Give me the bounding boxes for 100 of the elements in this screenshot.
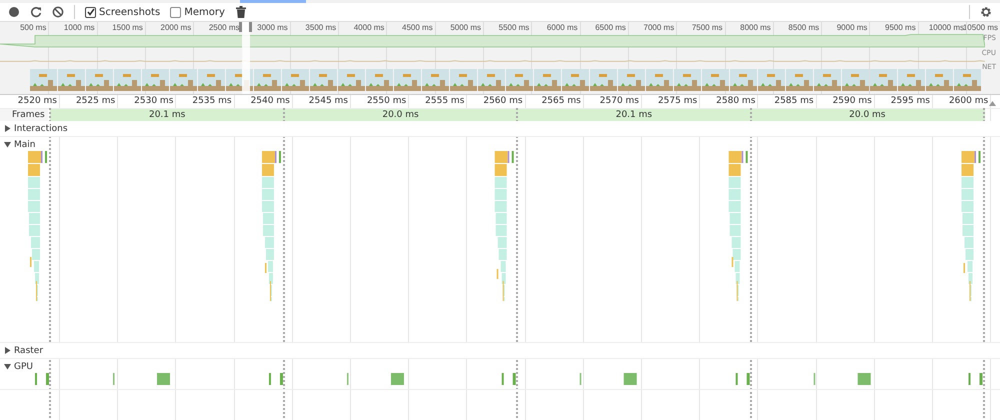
track-toggle[interactable]: Raster: [4, 346, 44, 356]
checkbox[interactable]: Screenshots: [83, 6, 162, 18]
screenshot-thumbnail: [282, 69, 309, 91]
screenshot-thumbnail: [366, 69, 393, 91]
time-tick-label: 2570 ms: [598, 96, 639, 106]
time-tick-label: 2525 ms: [74, 96, 116, 106]
screenshot-thumbnail: [954, 69, 981, 91]
time-tick-label: 500 ms: [20, 23, 46, 32]
time-tick-label: 7500 ms: [692, 23, 722, 32]
screenshot-thumbnail: [30, 69, 57, 91]
screenshot-thumbnail: [478, 69, 505, 91]
gpu-task-bar: [502, 373, 504, 385]
time-tick-label: 2595 ms: [890, 96, 930, 106]
time-tick-label: 2555 ms: [424, 96, 464, 106]
gpu-task-bar: [858, 373, 871, 385]
time-tick-label: 9500 ms: [885, 23, 916, 32]
time-tick-label: 4500 ms: [402, 23, 433, 32]
screenshot-thumbnail: [86, 69, 113, 91]
screenshot-thumbnail: [786, 69, 813, 91]
gpu-task-bar: [980, 373, 983, 385]
screenshot-thumbnail: [58, 69, 85, 91]
time-tick-label: 6000 ms: [546, 23, 578, 32]
screenshot-thumbnail: [254, 69, 281, 91]
reload-button[interactable]: [28, 4, 44, 20]
screenshot-thumbnail: [338, 69, 365, 91]
checkbox[interactable]: Memory: [168, 6, 227, 18]
time-tick-label: 5500 ms: [498, 23, 530, 32]
screenshot-thumbnail: [814, 69, 841, 91]
screenshot-thumbnail: [170, 69, 197, 91]
screenshot-thumbnail: [730, 69, 757, 91]
track-toggle[interactable]: Main: [4, 140, 36, 150]
time-tick-label: 8500 ms: [788, 23, 820, 32]
track-label: Frames: [0, 109, 48, 121]
gpu-task-bar: [46, 373, 49, 385]
screenshot-thumbnail: [590, 69, 617, 91]
screenshot-thumbnail: [618, 69, 645, 91]
time-tick-label: 2545 ms: [308, 96, 348, 106]
track-toggle[interactable]: GPU: [4, 362, 33, 372]
time-tick-label: 2535 ms: [191, 96, 232, 106]
gpu-task-bar: [736, 373, 738, 385]
screenshot-thumbnail: [702, 69, 729, 91]
record-button[interactable]: [6, 4, 22, 20]
screenshot-thumbnail: [310, 69, 337, 91]
screenshot-thumbnail: [394, 69, 421, 91]
frame-duration: 20.1 ms: [616, 109, 652, 121]
time-tick-label: 7000 ms: [644, 23, 674, 32]
time-tick-label: 2575 ms: [656, 96, 698, 106]
gpu-task-bar: [268, 373, 271, 385]
time-tick-label: 2520 ms: [16, 96, 57, 106]
time-tick-label: 5000 ms: [450, 23, 481, 32]
time-tick-label: 2580 ms: [715, 96, 756, 106]
clear-button[interactable]: [50, 4, 66, 20]
gpu-task-bar: [512, 373, 516, 385]
time-tick-label: 2500 ms: [208, 23, 240, 32]
time-tick-label: 2000 ms: [160, 23, 192, 32]
screenshot-thumbnail: [422, 69, 449, 91]
time-tick-label: 4000 ms: [354, 23, 384, 32]
time-tick-label: 2585 ms: [773, 96, 814, 106]
time-tick-label: 1000 ms: [64, 23, 95, 32]
screenshot-thumbnail: [450, 69, 477, 91]
time-tick-label: 3000 ms: [257, 23, 288, 32]
time-tick-label: 2530 ms: [133, 96, 174, 106]
time-tick-label: 2600 ms: [948, 96, 988, 106]
active-tab-indicator: [240, 0, 306, 3]
screenshot-thumbnail: [870, 69, 897, 91]
gpu-task-bar: [157, 373, 170, 385]
time-tick-label: 6500 ms: [595, 23, 626, 32]
time-tick-label: 10000 ms: [928, 23, 964, 32]
gpu-task-bar: [624, 373, 637, 385]
screenshot-thumbnail: [646, 69, 673, 91]
screenshot-thumbnail: [114, 69, 141, 91]
scroll-up-icon[interactable]: [989, 101, 996, 106]
frame-duration: 20.0 ms: [849, 109, 886, 121]
checkmark-icon: [86, 8, 94, 16]
screenshot-thumbnail: [758, 69, 785, 91]
frame-duration: 20.0 ms: [382, 109, 419, 121]
time-tick-label: 2560 ms: [482, 96, 523, 106]
gpu-task-bar: [746, 373, 750, 385]
time-tick-label: 2590 ms: [832, 96, 872, 106]
time-tick-label: 3500 ms: [305, 23, 336, 32]
time-tick-label: 2540 ms: [250, 96, 290, 106]
gpu-task-bar: [968, 373, 971, 385]
time-tick-label: 9000 ms: [836, 23, 868, 32]
time-tick-label: 2550 ms: [366, 96, 406, 106]
screenshot-thumbnail: [926, 69, 953, 91]
time-tick-label: 10500 ms: [962, 23, 998, 32]
screenshot-thumbnail: [534, 69, 561, 91]
track-toggle[interactable]: Interactions: [4, 124, 68, 134]
screenshot-thumbnail: [198, 69, 225, 91]
time-tick-label: 1500 ms: [112, 23, 143, 32]
frame-duration: 20.1 ms: [148, 109, 186, 121]
time-tick-label: 2565 ms: [540, 96, 581, 106]
screenshot-thumbnail: [506, 69, 533, 91]
gpu-task-bar: [280, 373, 283, 385]
screenshot-thumbnail: [674, 69, 701, 91]
gpu-task-bar: [390, 373, 404, 385]
screenshot-thumbnail: [842, 69, 869, 91]
time-tick-label: 8000 ms: [740, 23, 771, 32]
screenshot-thumbnail: [142, 69, 169, 91]
screenshot-thumbnail: [562, 69, 589, 91]
